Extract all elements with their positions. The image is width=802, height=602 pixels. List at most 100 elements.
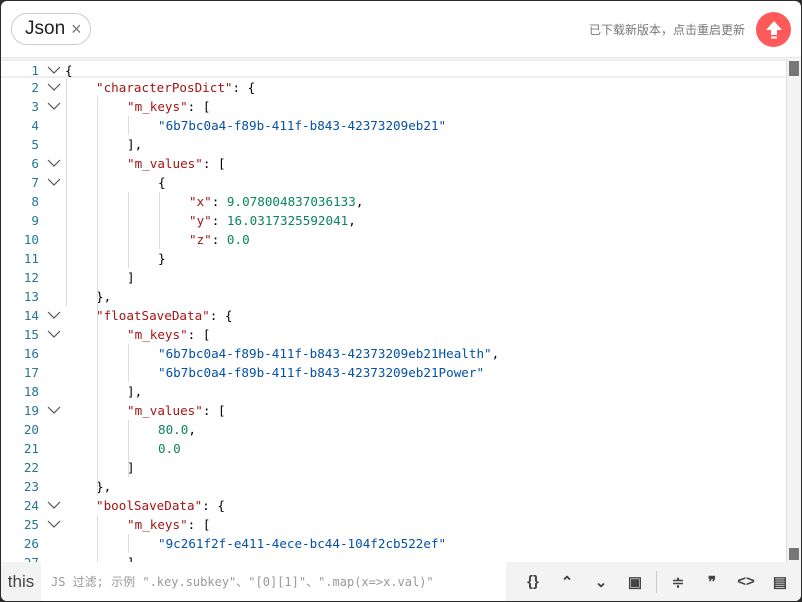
line-number: 20 — [23, 422, 39, 437]
token-n: 80.0 — [158, 422, 189, 437]
compress-icon: ≑ — [671, 573, 685, 591]
code-text: "boolSaveData": { — [96, 496, 225, 515]
code-line[interactable]: 4 "6b7bc0a4-f89b-411f-b843-42373209eb21" — [1, 116, 786, 135]
code-line[interactable]: 18], — [1, 382, 786, 401]
tool-buttons: {} ⌃ ⌄ ▣ ≑ ❞ <> ▤ — [516, 570, 797, 593]
token-k: "x" — [189, 194, 212, 209]
code-line[interactable]: 16 "6b7bc0a4-f89b-411f-b843-42373209eb21H… — [1, 344, 786, 363]
expand-all-button[interactable]: ⌄ — [584, 573, 618, 591]
token-n: 0.0 — [226, 232, 250, 247]
code-line[interactable]: 26 "9c261f2f-e411-4ece-bc44-104f2cb522ef" — [1, 534, 786, 553]
code-line[interactable]: 19 "m_values": [ — [1, 401, 786, 420]
line-number: 2 — [31, 80, 39, 95]
compress-button[interactable]: ≑ — [661, 573, 695, 591]
indent-guide — [97, 97, 98, 325]
code-text: ], — [127, 135, 142, 154]
code-text: "m_values": [ — [127, 401, 226, 420]
divider — [656, 570, 657, 593]
token-p: : — [211, 232, 227, 247]
token-k: "y" — [189, 213, 212, 228]
token-p: : [ — [202, 156, 226, 171]
scrollbar[interactable] — [786, 59, 801, 562]
indent-guide — [128, 344, 129, 382]
code-line[interactable]: 7{ — [1, 173, 786, 192]
line-number: 27 — [1, 553, 39, 562]
code-line[interactable]: 2 "characterPosDict": { — [1, 78, 786, 97]
code-line[interactable]: 13}, — [1, 287, 786, 306]
update-button[interactable] — [756, 12, 791, 47]
token-k: "floatSaveData" — [96, 308, 210, 323]
token-p: : { — [209, 308, 233, 323]
indent-guide — [97, 515, 98, 562]
code-text: "characterPosDict": { — [96, 78, 255, 97]
line-number: 25 — [23, 517, 39, 532]
code-text: "9c261f2f-e411-4ece-bc44-104f2cb522ef" — [158, 534, 446, 553]
line-number: 9 — [31, 213, 39, 228]
code-line[interactable]: 10 "z": 0.0 — [1, 230, 786, 249]
code-text: "6b7bc0a4-f89b-411f-b843-42373209eb21Pow… — [158, 363, 484, 382]
token-p: : [ — [187, 99, 211, 114]
close-icon[interactable]: × — [71, 19, 82, 40]
json-editor[interactable]: 1{ 2 "characterPosDict": {3 "m_keys": [4 "6b… — [1, 59, 801, 562]
code-line[interactable]: 15 "m_keys": [ — [1, 325, 786, 344]
window: Json × 已下载新版本，点击重启更新 1{ 2 "characterPosDic… — [1, 1, 801, 601]
code-line[interactable]: 3 "m_keys": [ — [1, 97, 786, 116]
line-number: 7 — [31, 175, 39, 190]
line-number: 6 — [31, 156, 39, 171]
header: Json × 已下载新版本，点击重启更新 — [1, 1, 801, 58]
line-number: 11 — [23, 251, 39, 266]
token-k: "m_keys" — [127, 99, 188, 114]
hide-null-button[interactable]: ▣ — [618, 573, 652, 591]
token-p: , — [188, 422, 196, 437]
code-line[interactable]: 25 "m_keys": [ — [1, 515, 786, 534]
code-line[interactable]: 23}, — [1, 477, 786, 496]
format-icon: {} — [527, 573, 539, 590]
code-line[interactable]: 17 "6b7bc0a4-f89b-411f-b843-42373209eb21P… — [1, 363, 786, 382]
quote-button[interactable]: ❞ — [695, 573, 729, 591]
code-line[interactable]: 22] — [1, 458, 786, 477]
token-p: { — [158, 175, 166, 190]
line-number: 14 — [23, 308, 39, 323]
token-p: : — [211, 194, 227, 209]
token-p: : [ — [202, 403, 226, 418]
code-line[interactable]: 27], — [1, 553, 786, 562]
code-line[interactable]: 12] — [1, 268, 786, 287]
token-k: "m_values" — [127, 156, 203, 171]
tab-json[interactable]: Json × — [11, 13, 91, 45]
collapse-all-icon: ⌃ — [560, 573, 574, 591]
code-line[interactable]: 24 "boolSaveData": { — [1, 496, 786, 515]
indent-guide — [159, 192, 160, 249]
token-k: "m_keys" — [127, 327, 188, 342]
code-line[interactable]: 14 "floatSaveData": { — [1, 306, 786, 325]
code-line[interactable]: 5], — [1, 135, 786, 154]
code-line[interactable]: 11} — [1, 249, 786, 268]
code-text: ], — [127, 553, 142, 562]
code-text: "m_values": [ — [127, 154, 226, 173]
update-notice[interactable]: 已下载新版本，点击重启更新 — [589, 21, 745, 38]
line-number: 12 — [23, 270, 39, 285]
token-p: , — [355, 194, 364, 209]
code-text: }, — [96, 477, 111, 496]
code-line[interactable]: 21 0.0 — [1, 439, 786, 458]
token-p: ], — [127, 384, 143, 399]
token-p: : { — [232, 80, 256, 95]
code-text: ], — [127, 382, 142, 401]
document-button[interactable]: ▤ — [763, 573, 797, 591]
code-button[interactable]: <> — [729, 573, 763, 590]
token-n: 0.0 — [158, 441, 181, 456]
code-line[interactable]: 8 "x": 9.078004837036133, — [1, 192, 786, 211]
scrollbar-thumb-bottom[interactable] — [789, 548, 799, 560]
collapse-all-button[interactable]: ⌃ — [550, 573, 584, 591]
code-line[interactable]: 1{ — [1, 59, 786, 78]
code-line[interactable]: 20 80.0, — [1, 420, 786, 439]
code-text: "y": 16.0317325592041, — [189, 211, 356, 230]
token-s: "6b7bc0a4-f89b-411f-b843-42373209eb21Pow… — [158, 365, 485, 380]
code-line[interactable]: 9 "y": 16.0317325592041, — [1, 211, 786, 230]
token-p: : [ — [187, 327, 211, 342]
scrollbar-thumb[interactable] — [789, 61, 799, 76]
token-p: , — [491, 346, 500, 361]
filter-input[interactable] — [41, 562, 506, 601]
code-line[interactable]: 6 "m_values": [ — [1, 154, 786, 173]
code-text: "z": 0.0 — [189, 230, 250, 249]
format-button[interactable]: {} — [516, 573, 550, 590]
